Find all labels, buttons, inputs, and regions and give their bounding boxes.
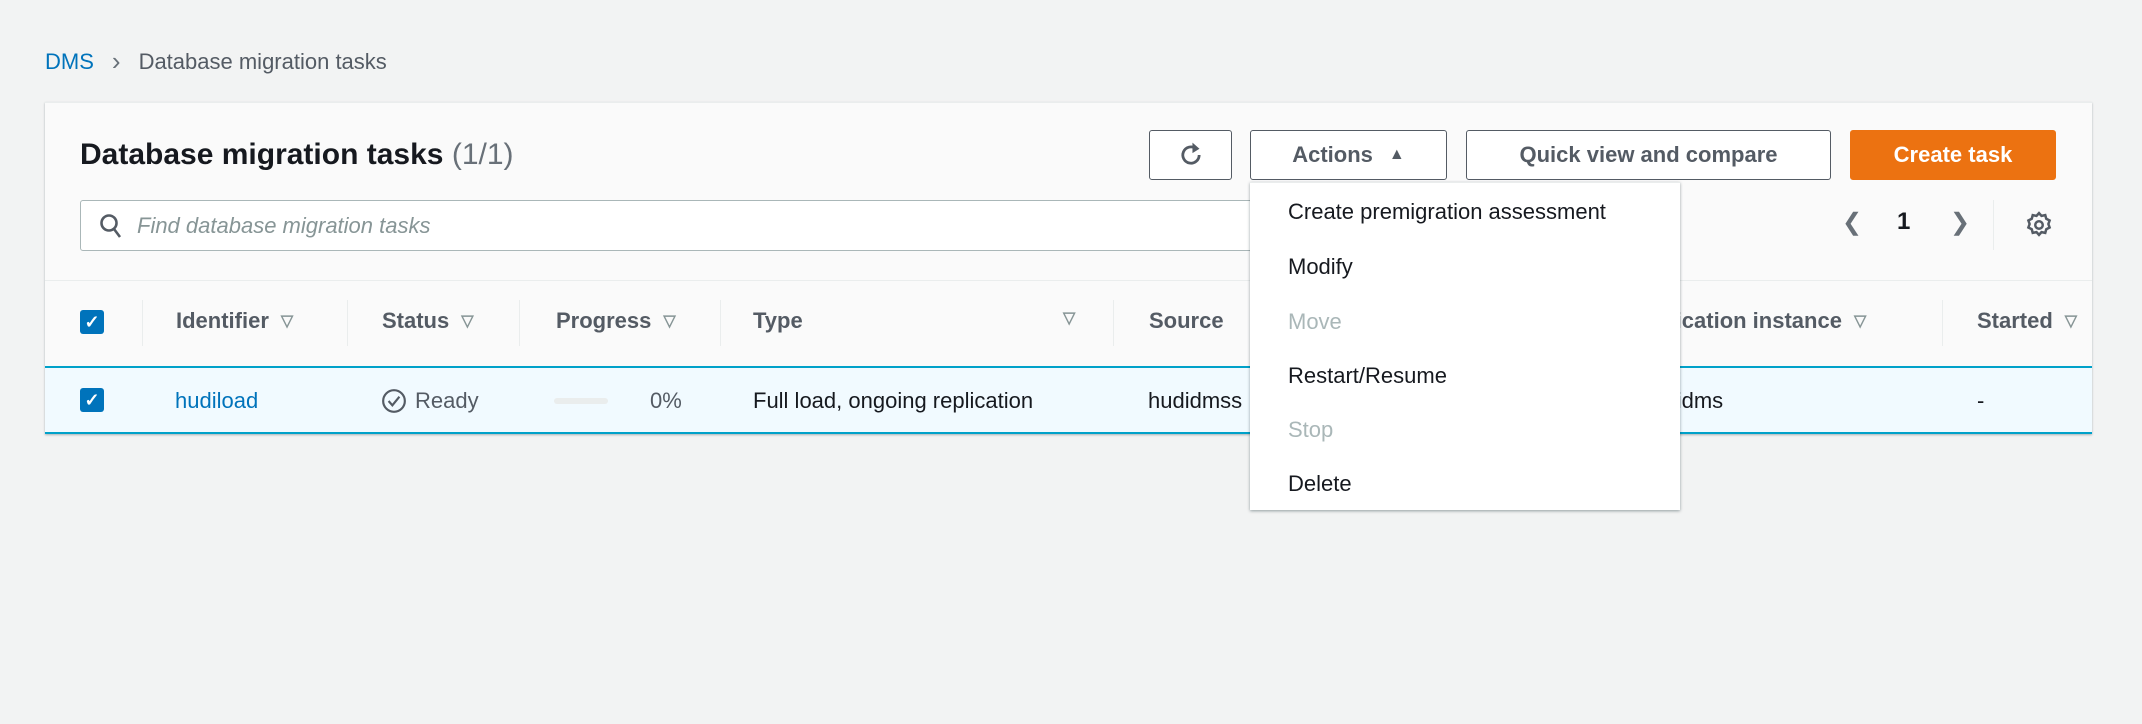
search-input[interactable] [137, 212, 1037, 239]
prev-page-button[interactable]: ❮ [1842, 208, 1862, 237]
actions-dropdown-menu: Create premigration assessment Modify Mo… [1250, 182, 1680, 510]
breadcrumb-current: Database migration tasks [138, 48, 387, 74]
column-divider [1113, 300, 1114, 346]
actions-button[interactable]: Actions ▲ [1250, 130, 1447, 180]
sort-icon[interactable]: ▽ [1063, 308, 1075, 328]
page-number[interactable]: 1 [1897, 208, 1910, 236]
page-title: Database migration tasks (1/1) [80, 138, 514, 172]
menu-item-restart-resume[interactable]: Restart/Resume [1288, 363, 1447, 389]
task-source[interactable]: hudidmss [1148, 388, 1242, 414]
column-label: Source [1149, 308, 1224, 333]
task-started: - [1977, 388, 1985, 413]
status-check-circle-icon [382, 389, 406, 413]
column-divider [142, 300, 143, 346]
select-all-checkbox[interactable]: ✓ [80, 310, 104, 334]
caret-up-icon: ▲ [1388, 146, 1405, 163]
actions-label: Actions [1292, 142, 1373, 167]
search-field[interactable] [80, 200, 1280, 251]
search-icon [100, 213, 122, 238]
menu-item-create-premigration-assessment[interactable]: Create premigration assessment [1288, 199, 1606, 225]
column-label: Type [753, 308, 803, 333]
menu-item-delete[interactable]: Delete [1288, 471, 1352, 497]
sort-icon: ▽ [663, 313, 676, 330]
column-label: Started [1977, 308, 2053, 333]
quick-view-compare-button[interactable]: Quick view and compare [1466, 130, 1831, 180]
task-type: Full load, ongoing replication [753, 388, 1034, 413]
column-header-status[interactable]: Status ▽ [382, 308, 474, 334]
menu-item-modify[interactable]: Modify [1288, 254, 1353, 280]
sort-icon: ▽ [461, 313, 474, 330]
column-header-started[interactable]: Started ▽ [1977, 308, 2077, 334]
column-label: Identifier [176, 308, 269, 333]
task-identifier-link[interactable]: hudiload [175, 388, 258, 414]
refresh-icon [1180, 142, 1201, 165]
breadcrumb-dms-link[interactable]: DMS [45, 49, 94, 75]
progress-value: 0% [650, 388, 682, 413]
create-task-button[interactable]: Create task [1850, 130, 2056, 180]
status-badge: Ready [381, 388, 479, 414]
column-label: Progress [556, 308, 652, 333]
title-text: Database migration tasks [80, 138, 444, 171]
settings-button[interactable] [2024, 210, 2054, 246]
column-divider [347, 300, 348, 346]
column-divider [720, 300, 721, 346]
sort-icon: ▽ [2064, 313, 2078, 330]
sort-icon: ▽ [1853, 313, 1867, 330]
breadcrumb: DMS › Database migration tasks [45, 46, 387, 77]
task-count: (1/1) [451, 138, 514, 171]
column-header-type[interactable]: Type [753, 308, 803, 334]
next-page-button[interactable]: ❯ [1950, 208, 1970, 237]
status-text: Ready [415, 388, 479, 413]
divider [1993, 200, 1994, 250]
column-header-identifier[interactable]: Identifier ▽ [176, 308, 293, 334]
row-checkbox[interactable]: ✓ [80, 388, 104, 412]
menu-item-stop: Stop [1288, 417, 1334, 442]
gear-icon [2026, 211, 2052, 237]
chevron-right-icon: › [111, 46, 121, 76]
refresh-button[interactable] [1149, 130, 1232, 180]
column-label: Status [382, 308, 450, 333]
table-row[interactable] [45, 366, 2092, 434]
column-divider [1942, 300, 1943, 346]
divider [45, 280, 2092, 281]
column-header-progress[interactable]: Progress ▽ [556, 308, 676, 334]
column-divider [519, 300, 520, 346]
column-header-source[interactable]: Source [1149, 308, 1224, 334]
progress-bar [554, 398, 608, 404]
sort-icon: ▽ [280, 313, 294, 330]
menu-item-move: Move [1288, 309, 1342, 334]
